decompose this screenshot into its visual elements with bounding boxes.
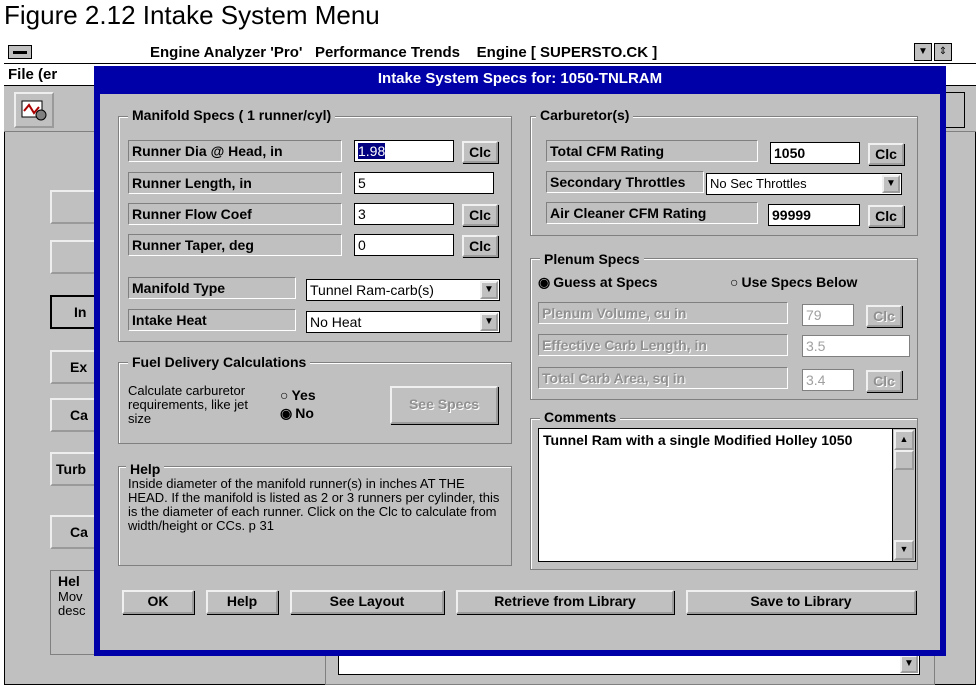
- background-help-title: Hel: [58, 573, 80, 589]
- background-help-text: Mov desc: [58, 589, 86, 618]
- air-cleaner-clc-button[interactable]: Clc: [868, 205, 904, 227]
- fuel-yes-radio[interactable]: ○ Yes: [280, 387, 316, 403]
- runner-flow-field[interactable]: 3: [354, 203, 454, 225]
- background-combo[interactable]: ▼: [338, 653, 920, 675]
- carburetor-title: Carburetor(s): [536, 107, 634, 123]
- carb-length-label: Effective Carb Length, in: [538, 334, 788, 356]
- runner-dia-field[interactable]: 1.98: [354, 140, 454, 162]
- carb-length-field[interactable]: 3.5: [802, 335, 910, 357]
- plenum-title: Plenum Specs: [540, 251, 644, 267]
- total-cfm-clc-button[interactable]: Clc: [868, 143, 904, 165]
- runner-length-field[interactable]: 5: [354, 172, 494, 194]
- runner-taper-field[interactable]: 0: [354, 234, 454, 256]
- save-library-button[interactable]: Save to Library: [686, 590, 916, 614]
- minimize-icon[interactable]: ▼: [914, 43, 932, 61]
- dialog-title: Intake System Specs for: 1050-TNLRAM: [377, 70, 663, 87]
- retrieve-library-button[interactable]: Retrieve from Library: [456, 590, 674, 614]
- see-specs-button[interactable]: See Specs: [390, 386, 498, 424]
- carb-area-clc-button[interactable]: Clc: [866, 370, 902, 392]
- intake-heat-select[interactable]: No Heat ▼: [306, 311, 500, 333]
- runner-taper-clc-button[interactable]: Clc: [462, 235, 498, 257]
- system-menu-icon[interactable]: [8, 45, 32, 59]
- see-layout-button[interactable]: See Layout: [290, 590, 444, 614]
- plenum-volume-field[interactable]: 79: [802, 304, 854, 326]
- plenum-volume-label: Plenum Volume, cu in: [538, 302, 788, 324]
- help-text: Inside diameter of the manifold runner(s…: [128, 476, 500, 533]
- runner-dia-clc-button[interactable]: Clc: [462, 141, 498, 163]
- use-specs-radio[interactable]: ○ Use Specs Below: [730, 274, 857, 290]
- engine-tool-icon[interactable]: [14, 92, 54, 128]
- runner-dia-label: Runner Dia @ Head, in: [128, 140, 342, 162]
- air-cleaner-label: Air Cleaner CFM Rating: [546, 202, 758, 224]
- secondary-throttles-label: Secondary Throttles: [546, 171, 704, 193]
- help-title: Help: [126, 461, 165, 477]
- chevron-down-icon[interactable]: ▼: [882, 175, 900, 193]
- fuel-no-radio[interactable]: ◉ No: [280, 405, 314, 422]
- total-cfm-field[interactable]: 1050: [770, 142, 860, 164]
- total-cfm-label: Total CFM Rating: [546, 140, 758, 162]
- carb-area-label: Total Carb Area, sq in: [538, 367, 788, 389]
- scroll-down-icon[interactable]: ▼: [894, 540, 914, 560]
- air-cleaner-field[interactable]: 99999: [768, 204, 860, 226]
- fuel-delivery-description: Calculate carburetor requirements, like …: [128, 383, 248, 426]
- runner-length-label: Runner Length, in: [128, 172, 342, 194]
- figure-caption: Figure 2.12 Intake System Menu: [4, 0, 380, 30]
- fuel-delivery-title: Fuel Delivery Calculations: [128, 354, 311, 370]
- chevron-down-icon[interactable]: ▼: [900, 655, 918, 673]
- secondary-throttles-select[interactable]: No Sec Throttles ▼: [706, 173, 902, 195]
- help-button[interactable]: Help: [206, 590, 278, 614]
- scroll-thumb[interactable]: [894, 450, 914, 470]
- comments-textarea[interactable]: Tunnel Ram with a single Modified Holley…: [538, 428, 916, 562]
- comments-title: Comments: [540, 409, 621, 425]
- main-window-title: Engine Analyzer 'Pro' Performance Trends…: [150, 44, 658, 61]
- manifold-type-label: Manifold Type: [128, 277, 296, 299]
- manifold-specs-title: Manifold Specs ( 1 runner/cyl): [128, 107, 336, 123]
- restore-icon[interactable]: ⇕: [934, 43, 952, 61]
- chevron-down-icon[interactable]: ▼: [480, 281, 498, 299]
- menu-file[interactable]: File (er: [8, 66, 57, 83]
- scroll-up-icon[interactable]: ▲: [894, 430, 914, 450]
- ok-button[interactable]: OK: [122, 590, 194, 614]
- runner-flow-label: Runner Flow Coef: [128, 203, 342, 225]
- manifold-type-select[interactable]: Tunnel Ram-carb(s) ▼: [306, 279, 500, 301]
- runner-taper-label: Runner Taper, deg: [128, 234, 342, 256]
- plenum-volume-clc-button[interactable]: Clc: [866, 305, 902, 327]
- chevron-down-icon[interactable]: ▼: [480, 313, 498, 331]
- carb-area-field[interactable]: 3.4: [802, 369, 854, 391]
- runner-flow-clc-button[interactable]: Clc: [462, 204, 498, 226]
- intake-heat-label: Intake Heat: [128, 309, 296, 331]
- guess-specs-radio[interactable]: ◉ Guess at Specs: [538, 274, 658, 291]
